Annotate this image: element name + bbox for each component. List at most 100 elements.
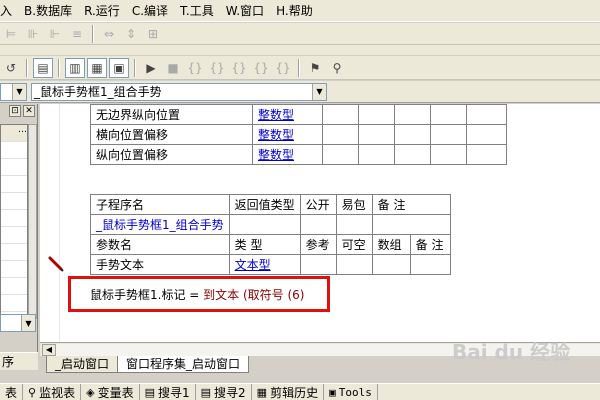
- layout-3-icon[interactable]: ▣: [109, 57, 129, 78]
- var-name-cell[interactable]: 无边界纵向位置: [90, 104, 253, 125]
- btab-search1[interactable]: ▤ 搜寻1: [140, 383, 196, 400]
- btab-table[interactable]: 表: [0, 383, 24, 400]
- btab-clip-history[interactable]: ▦ 剪辑历史: [252, 383, 325, 400]
- chevron-down-icon[interactable]: ▼: [21, 315, 35, 331]
- run-icon[interactable]: ▶: [141, 58, 161, 78]
- chevron-down-icon[interactable]: ▼: [312, 83, 326, 100]
- var-type-cell[interactable]: 整数型: [252, 124, 323, 145]
- preview-icon[interactable]: ▤: [33, 57, 53, 78]
- btab-tools[interactable]: ▣ Tools: [324, 383, 378, 400]
- run-to-cursor-icon[interactable]: {}: [251, 58, 271, 78]
- stop-icon[interactable]: ■: [163, 58, 183, 78]
- var-type-link[interactable]: 整数型: [258, 128, 294, 142]
- param-name-cell[interactable]: 手势文本: [90, 254, 230, 275]
- table-cell[interactable]: [358, 144, 395, 165]
- list-item[interactable]: [1, 278, 27, 295]
- table-cell[interactable]: [466, 124, 507, 145]
- var-name-cell[interactable]: 横向位置偏移: [90, 124, 253, 145]
- layout-1-icon[interactable]: ▥: [65, 57, 85, 78]
- var-type-link[interactable]: 整数型: [258, 108, 294, 122]
- undo-icon[interactable]: ↺: [1, 58, 21, 78]
- list-item[interactable]: …: [1, 125, 27, 142]
- step-into-icon[interactable]: {}: [185, 58, 205, 78]
- align-center-icon[interactable]: ⊪: [23, 24, 43, 44]
- table-cell[interactable]: [299, 254, 337, 275]
- left-panel-select[interactable]: ▼: [0, 314, 36, 332]
- table-row[interactable]: 无边界纵向位置 整数型: [90, 104, 507, 125]
- close-icon[interactable]: ✕: [23, 105, 35, 117]
- menu-tools[interactable]: T.工具: [174, 0, 220, 22]
- menu-database[interactable]: B.数据库: [18, 0, 78, 22]
- same-height-icon[interactable]: ⇕: [121, 24, 141, 44]
- table-row[interactable]: _鼠标手势框1_组合手势: [90, 214, 451, 235]
- step-over-icon[interactable]: {}: [207, 58, 227, 78]
- param-type-link[interactable]: 文本型: [235, 258, 271, 272]
- var-type-cell[interactable]: 整数型: [252, 144, 323, 165]
- table-cell[interactable]: [358, 104, 395, 125]
- menu-window[interactable]: W.窗口: [220, 0, 270, 22]
- list-item[interactable]: [1, 261, 27, 278]
- table-cell[interactable]: [358, 124, 395, 145]
- table-cell[interactable]: [466, 104, 507, 125]
- tab-window-assembly[interactable]: 窗口程序集_启动窗口: [117, 356, 250, 373]
- subroutine-select[interactable]: _鼠标手势框1_组合手势 ▼: [31, 82, 327, 101]
- menu-run[interactable]: R.运行: [78, 0, 126, 22]
- find-icon[interactable]: ⚲: [327, 58, 347, 78]
- list-item[interactable]: [1, 244, 27, 261]
- list-item[interactable]: [1, 176, 27, 193]
- table-cell[interactable]: [322, 124, 359, 145]
- table-cell[interactable]: [322, 104, 359, 125]
- list-item[interactable]: [1, 210, 27, 227]
- help-pointer-icon[interactable]: ⚑: [305, 58, 325, 78]
- code-editor[interactable]: 无边界纵向位置 整数型 横向位置偏移 整数型 纵向位置偏移 整数型 子程序名 返…: [40, 104, 600, 344]
- pin-icon[interactable]: ⊡: [9, 105, 21, 117]
- menu-compile[interactable]: C.编译: [126, 0, 174, 22]
- btab-search2[interactable]: ▤ 搜寻2: [196, 383, 252, 400]
- step-out-icon[interactable]: {}: [229, 58, 249, 78]
- layout-2-icon[interactable]: ▦: [87, 57, 107, 78]
- table-row[interactable]: 横向位置偏移 整数型: [90, 124, 507, 145]
- list-item[interactable]: [1, 142, 27, 159]
- var-name-cell[interactable]: 纵向位置偏移: [90, 144, 253, 165]
- table-cell[interactable]: [299, 214, 337, 235]
- menu-insert[interactable]: 入: [0, 0, 18, 22]
- table-cell[interactable]: [430, 104, 467, 125]
- break-icon[interactable]: {}: [273, 58, 293, 78]
- subroutine-name-cell[interactable]: _鼠标手势框1_组合手势: [90, 214, 230, 235]
- table-cell[interactable]: [371, 214, 451, 235]
- table-cell[interactable]: [394, 144, 431, 165]
- object-select[interactable]: ▼: [0, 82, 27, 101]
- btab-variables[interactable]: ◈ 变量表: [81, 383, 140, 400]
- tab-startup-window[interactable]: _启动窗口: [46, 356, 119, 373]
- table-cell[interactable]: [228, 214, 301, 235]
- same-width-icon[interactable]: ⇔: [99, 24, 119, 44]
- table-row[interactable]: 手势文本 文本型: [90, 254, 451, 275]
- chevron-down-icon[interactable]: ▼: [12, 83, 26, 100]
- subroutine-name[interactable]: _鼠标手势框1_组合手势: [96, 218, 224, 232]
- table-cell[interactable]: [335, 254, 373, 275]
- left-scrollbar[interactable]: [28, 124, 37, 319]
- left-panel-tab[interactable]: 序: [0, 352, 38, 370]
- table-cell[interactable]: [394, 124, 431, 145]
- table-row[interactable]: 纵向位置偏移 整数型: [90, 144, 507, 165]
- align-hspace-icon[interactable]: ⊩: [45, 24, 65, 44]
- menu-help[interactable]: H.帮助: [270, 0, 319, 22]
- list-item[interactable]: [1, 193, 27, 210]
- align-left-icon[interactable]: ⊨: [1, 24, 21, 44]
- list-item[interactable]: [1, 159, 27, 176]
- scroll-left-icon[interactable]: ◀: [42, 343, 56, 356]
- list-item[interactable]: [1, 227, 27, 244]
- table-cell[interactable]: [322, 144, 359, 165]
- btab-watch[interactable]: ⚲ 监视表: [23, 383, 82, 400]
- param-type-cell[interactable]: 文本型: [228, 254, 301, 275]
- table-cell[interactable]: [430, 124, 467, 145]
- var-type-cell[interactable]: 整数型: [252, 104, 323, 125]
- table-cell[interactable]: [335, 214, 373, 235]
- table-cell[interactable]: [394, 104, 431, 125]
- table-cell[interactable]: [371, 254, 411, 275]
- list-item[interactable]: [1, 295, 27, 312]
- property-list[interactable]: …: [0, 124, 28, 319]
- table-cell[interactable]: [466, 144, 507, 165]
- align-vspace-icon[interactable]: ≡: [67, 24, 87, 44]
- table-cell[interactable]: [409, 254, 451, 275]
